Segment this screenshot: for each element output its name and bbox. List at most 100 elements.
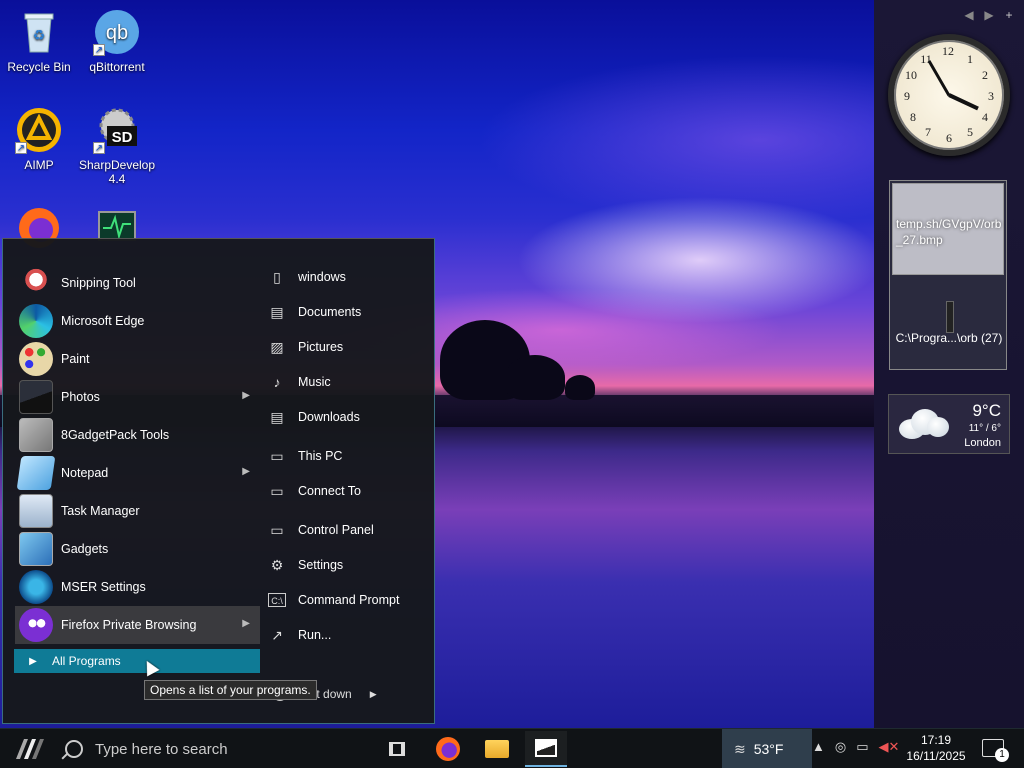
shutdown-options-arrow-icon[interactable]: ▶ [370, 689, 377, 700]
show-hidden-icons-icon[interactable]: ▲ [812, 739, 825, 755]
feed-scroll-indicator [946, 301, 954, 333]
tree-silhouette [565, 375, 595, 400]
task-manager-icon [19, 494, 53, 528]
settings-gear-icon: ⚙ [270, 556, 284, 573]
gadgets-icon [19, 532, 53, 566]
image-feed-gadget[interactable]: temp.sh/GVgpV/orb_27.bmp C:\Progra...\or… [889, 180, 1007, 370]
program-gadgets[interactable]: Gadgets [15, 530, 260, 568]
program-photos[interactable]: Photos ▶ [15, 378, 260, 416]
taskbar-search-box[interactable]: Type here to search [57, 733, 367, 765]
feed-path: C:\Progra...\orb (27) [895, 331, 1003, 345]
task-view-icon [389, 742, 405, 756]
program-paint[interactable]: Paint [15, 340, 260, 378]
wind-weather-icon: ≋ [734, 740, 746, 757]
volume-muted-icon[interactable]: ◀✕ [879, 739, 900, 755]
program-microsoft-edge[interactable]: Microsoft Edge [15, 302, 260, 340]
place-run[interactable]: ↗ Run... [268, 617, 428, 652]
place-music[interactable]: ♪ Music [268, 364, 428, 399]
weather-range: 11° / 6° [968, 423, 1001, 434]
place-control-panel[interactable]: ▭ Control Panel [268, 512, 428, 547]
task-view-button[interactable] [376, 731, 418, 767]
edge-icon [19, 304, 53, 338]
place-command-prompt[interactable]: C:\ Command Prompt [268, 582, 428, 617]
taskbar-firefox[interactable] [427, 731, 469, 767]
snipping-tool-icon [19, 266, 53, 300]
control-panel-icon: ▭ [270, 521, 284, 538]
sharpdevelop-icon: SD ↗ [93, 106, 141, 154]
weather-temperature: 9°C [972, 401, 1001, 420]
place-documents[interactable]: ▤ Documents [268, 294, 428, 329]
program-firefox-private-browsing[interactable]: Firefox Private Browsing ▶ [15, 606, 260, 644]
svg-text:♻: ♻ [33, 27, 46, 43]
taskbar-weather[interactable]: ≋ 53°F [722, 729, 812, 768]
network-icon[interactable]: ▭ [856, 739, 868, 755]
clock-hour-hand [948, 93, 979, 111]
program-mser-settings[interactable]: MSER Settings [15, 568, 260, 606]
pinned-programs-list: Snipping Tool Microsoft Edge Paint Photo… [15, 264, 260, 644]
sidebar-prev-button[interactable]: ◀ [962, 8, 976, 22]
windows-logo-icon [16, 739, 44, 759]
taskbar-photos[interactable] [525, 731, 567, 767]
sidebar-nav: ◀ ▶ + [962, 8, 1016, 22]
downloads-icon: ▤ [270, 408, 284, 425]
meet-now-icon[interactable]: ◎ [835, 739, 846, 755]
gadget-sidebar: ◀ ▶ + 12 1 2 3 4 5 6 7 8 9 10 11 temp.sh… [874, 0, 1024, 728]
tree-silhouette [505, 355, 565, 400]
firefox-private-icon [19, 608, 53, 642]
place-connect-to[interactable]: ▭ Connect To [268, 473, 428, 508]
submenu-arrow-icon: ▶ [242, 466, 250, 477]
program-task-manager[interactable]: Task Manager [15, 492, 260, 530]
desktop-icon-qbittorrent[interactable]: qb ↗ qBittorrent [78, 8, 156, 74]
run-icon: ↗ [271, 626, 283, 643]
this-pc-icon: ▭ [270, 447, 284, 464]
all-programs-tooltip: Opens a list of your programs. [144, 680, 317, 700]
clock-minute-hand [927, 60, 951, 97]
desktop-icon-label: AIMP [24, 158, 54, 172]
music-icon: ♪ [273, 373, 281, 390]
taskbar-file-explorer[interactable] [476, 731, 518, 767]
program-notepad[interactable]: Notepad ▶ [15, 454, 260, 492]
place-windows[interactable]: ▯ windows [268, 259, 428, 294]
search-icon [65, 740, 83, 758]
cloud-weather-icon [895, 405, 951, 441]
notification-count: 1 [995, 748, 1009, 762]
taskbar: Type here to search ≋ 53°F ▲ ◎ ▭ ◀✕ 17:1… [0, 728, 1024, 768]
notification-center-button[interactable]: 1 [982, 739, 1009, 762]
place-downloads[interactable]: ▤ Downloads [268, 399, 428, 434]
weather-gadget[interactable]: 9°C 11° / 6° London [888, 394, 1010, 454]
weather-city: London [964, 437, 1001, 449]
submenu-arrow-icon: ▶ [242, 618, 250, 629]
documents-icon: ▤ [270, 303, 284, 320]
feed-thumbnail[interactable]: temp.sh/GVgpV/orb_27.bmp [892, 183, 1004, 275]
clock-gadget[interactable]: 12 1 2 3 4 5 6 7 8 9 10 11 [888, 34, 1010, 156]
place-this-pc[interactable]: ▭ This PC [268, 438, 428, 473]
svg-text:SD: SD [112, 129, 133, 146]
desktop-icon-aimp[interactable]: ↗ AIMP [0, 106, 78, 172]
sidebar-next-button[interactable]: ▶ [982, 8, 996, 22]
program-8gadgetpack-tools[interactable]: 8GadgetPack Tools [15, 416, 260, 454]
user-folder-icon: ▯ [273, 268, 281, 285]
start-button[interactable] [10, 733, 50, 765]
taskbar-time: 17:19 [920, 733, 952, 747]
paint-icon [19, 342, 53, 376]
program-snipping-tool[interactable]: Snipping Tool [15, 264, 260, 302]
place-pictures[interactable]: ▨ Pictures [268, 329, 428, 364]
place-settings[interactable]: ⚙ Settings [268, 547, 428, 582]
taskbar-clock[interactable]: 17:19 16/11/2025 [900, 732, 972, 764]
mser-settings-icon [19, 570, 53, 604]
sidebar-add-button[interactable]: + [1002, 8, 1016, 22]
all-programs-button[interactable]: ▶ All Programs [14, 649, 260, 673]
desktop-icon-recycle-bin[interactable]: ♻ Recycle Bin [0, 8, 78, 74]
shortcut-arrow-icon: ↗ [93, 44, 105, 56]
start-menu: Snipping Tool Microsoft Edge Paint Photo… [2, 238, 435, 724]
folder-icon [485, 740, 509, 758]
connect-to-icon: ▭ [270, 482, 284, 499]
system-tray: ▲ ◎ ▭ ◀✕ [812, 739, 899, 755]
feed-thumbnail-text: temp.sh/GVgpV/orb_27.bmp [896, 217, 1002, 247]
aimp-icon: ↗ [15, 106, 63, 154]
desktop-icon-label: SharpDevelop 4.4 [78, 158, 156, 186]
pictures-icon: ▨ [270, 338, 284, 355]
shortcut-arrow-icon: ↗ [93, 142, 105, 154]
photos-icon [535, 739, 557, 757]
desktop-icon-sharpdevelop[interactable]: SD ↗ SharpDevelop 4.4 [78, 106, 156, 186]
